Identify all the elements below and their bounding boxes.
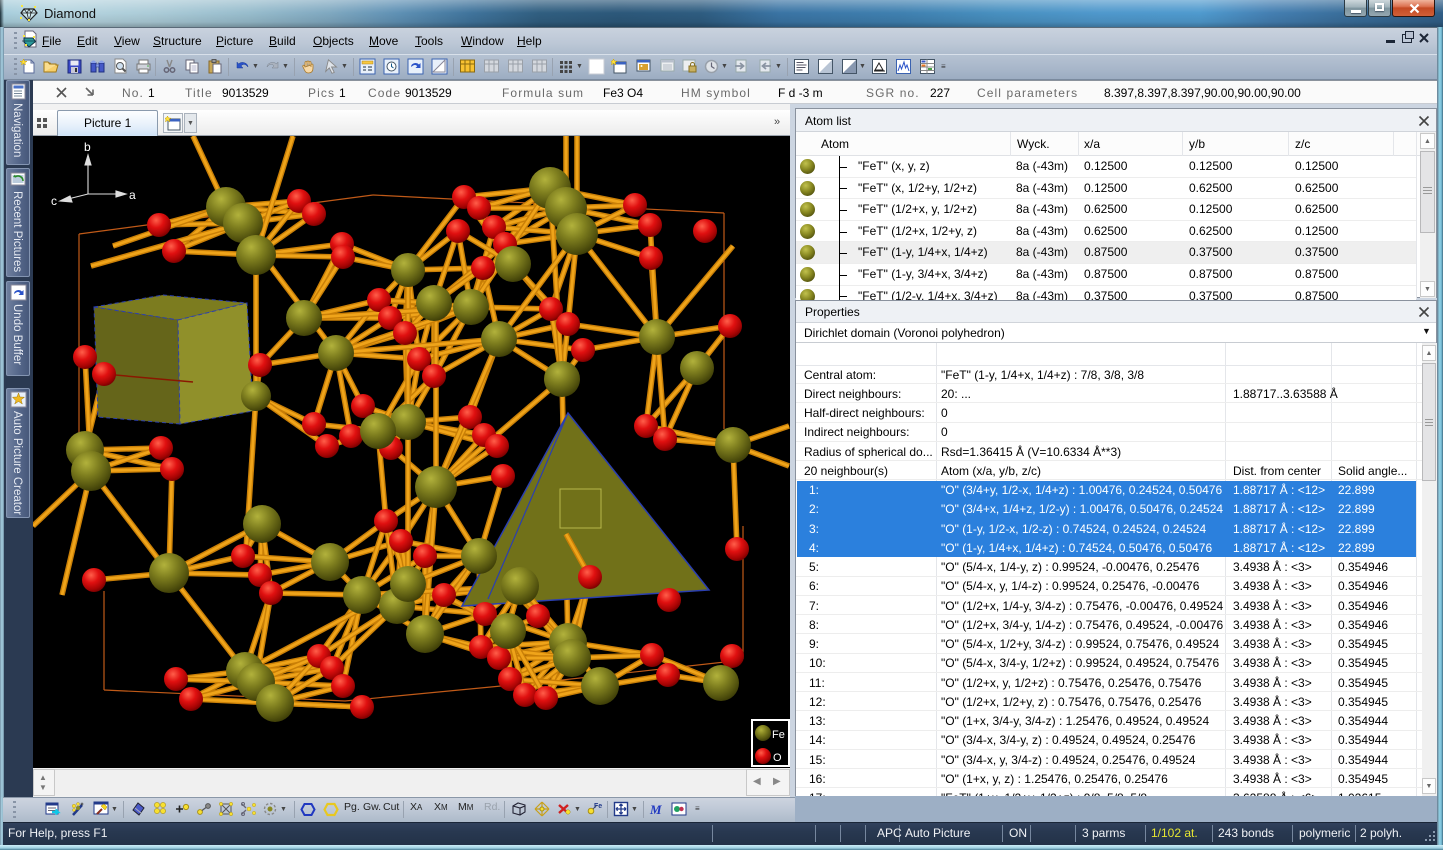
svg-text:c: c bbox=[51, 194, 57, 208]
svg-text:Fe: Fe bbox=[772, 729, 785, 741]
svg-text:a: a bbox=[129, 188, 136, 202]
svg-text:b: b bbox=[84, 140, 91, 154]
svg-text:O: O bbox=[773, 752, 782, 764]
svg-text:M: M bbox=[649, 802, 662, 817]
svg-text:Fe: Fe bbox=[594, 803, 602, 810]
